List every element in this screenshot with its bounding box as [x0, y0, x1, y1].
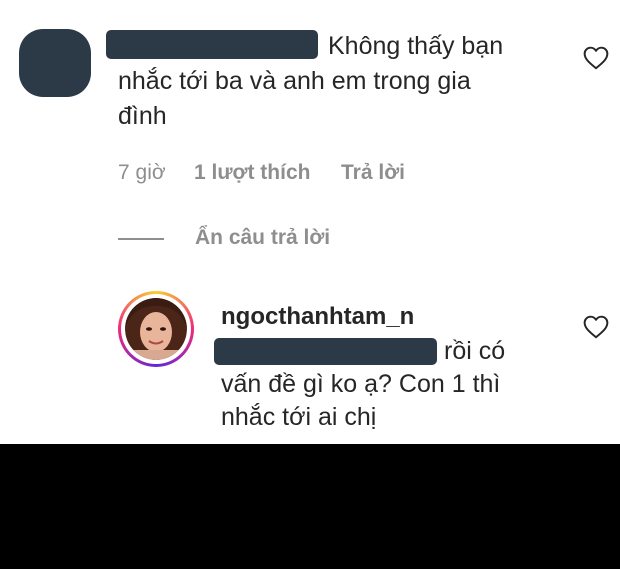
reply-text-line-3: nhắc tới ai chị — [221, 403, 377, 431]
bottom-black-bar — [0, 444, 620, 569]
comment-reply-label[interactable]: Trả lời — [341, 161, 405, 184]
reply-username[interactable]: ngocthanhtam_n — [221, 303, 414, 331]
comment-meta-row: 7 giờ — [118, 161, 166, 185]
reply-avatar[interactable] — [118, 291, 194, 367]
comment-text-line-2: nhắc tới ba và anh em trong gia — [118, 67, 471, 95]
comment-time: 7 giờ — [118, 161, 166, 184]
comment-text-line-3: đình — [118, 102, 167, 130]
commenter-username-redacted[interactable] — [106, 30, 318, 59]
comment-likes-label[interactable]: 1 lượt thích — [194, 161, 310, 184]
reply-text-line-1: rồi có — [444, 337, 506, 365]
avatar-ring-gap — [121, 294, 191, 364]
mentioned-user-redacted[interactable] — [214, 338, 437, 365]
comment-likes-count[interactable]: 1 lượt thích — [194, 161, 310, 185]
reply-text-line-2: vấn đề gì ko ạ? Con 1 thì — [221, 370, 501, 398]
comment-reply-button[interactable]: Trả lời — [341, 161, 405, 185]
reply-like-heart-icon[interactable] — [583, 315, 609, 339]
comment-text-line-1: Không thấy bạn — [328, 32, 504, 60]
hide-replies-label[interactable]: Ẩn câu trả lời — [195, 226, 330, 249]
hide-replies-button[interactable]: Ẩn câu trả lời — [195, 226, 330, 250]
comment-like-heart-icon[interactable] — [583, 46, 609, 70]
commenter-avatar-redacted[interactable] — [19, 29, 91, 97]
avatar-photo — [125, 298, 187, 360]
hide-replies-divider — [118, 238, 164, 240]
